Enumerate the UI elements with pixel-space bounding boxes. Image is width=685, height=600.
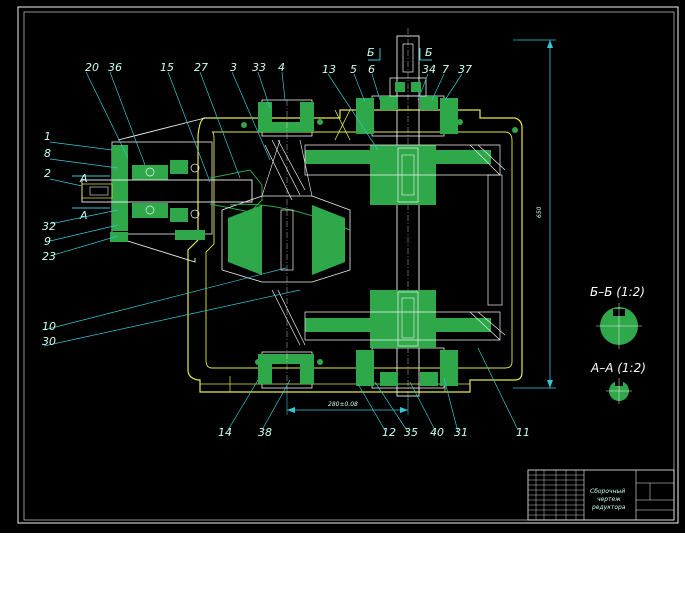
section-view-bb: Б–Б (1:2) xyxy=(590,285,645,349)
part-number-8: 8 xyxy=(44,147,51,160)
part-number-31: 31 xyxy=(454,426,468,439)
part-number-2: 2 xyxy=(44,167,51,180)
title-line-3: редуктора xyxy=(591,504,626,511)
part-number-36: 36 xyxy=(108,61,122,74)
part-number-7: 7 xyxy=(442,63,449,76)
intermediate-shaft-assembly xyxy=(221,99,351,392)
part-number-4: 4 xyxy=(278,61,285,74)
part-number-23: 23 xyxy=(42,250,56,263)
part-number-20: 20 xyxy=(85,61,99,74)
part-number-32: 32 xyxy=(42,220,56,233)
section-title-aa: А–А (1:2) xyxy=(590,361,646,375)
section-title-bb: Б–Б (1:2) xyxy=(590,285,645,299)
part-number-40: 40 xyxy=(430,426,444,439)
part-number-5: 5 xyxy=(350,63,357,76)
section-mark-b-left: Б xyxy=(367,46,375,59)
part-number-11: 11 xyxy=(516,426,530,439)
title-block: Сборочный чертеж редуктора xyxy=(527,469,675,521)
outer-frame xyxy=(17,6,679,524)
assembly-drawing: 650 280±0.08 А А Б Б 20 36 15 27 3 33 4 … xyxy=(17,6,679,524)
part-number-3: 3 xyxy=(230,61,237,74)
part-number-10: 10 xyxy=(42,320,56,333)
part-number-14: 14 xyxy=(218,426,232,439)
center-distance-dimension: 280±0.08 xyxy=(328,401,358,408)
part-number-37: 37 xyxy=(458,63,472,76)
drawing-sheet: 650 280±0.08 А А Б Б 20 36 15 27 3 33 4 … xyxy=(0,0,685,533)
section-mark-b-right: Б xyxy=(425,46,433,59)
part-number-12: 12 xyxy=(382,426,396,439)
title-line-1: Сборочный xyxy=(590,488,625,495)
part-number-34: 34 xyxy=(422,63,436,76)
part-number-13: 13 xyxy=(322,63,336,76)
height-dimension: 650 xyxy=(536,206,543,218)
part-number-35: 35 xyxy=(404,426,418,439)
title-line-2: чертеж xyxy=(597,496,621,503)
part-number-33: 33 xyxy=(252,61,266,74)
inner-frame xyxy=(23,11,675,521)
part-number-27: 27 xyxy=(194,61,208,74)
section-mark-a-top: А xyxy=(79,172,88,185)
part-number-30: 30 xyxy=(42,335,56,348)
section-mark-a-bottom: А xyxy=(79,209,88,222)
part-number-15: 15 xyxy=(160,61,174,74)
part-number-1: 1 xyxy=(44,130,51,143)
part-number-6: 6 xyxy=(368,63,375,76)
section-view-aa: А–А (1:2) xyxy=(590,361,646,404)
part-number-38: 38 xyxy=(258,426,272,439)
output-shaft-assembly xyxy=(304,28,506,400)
part-number-9: 9 xyxy=(44,235,51,248)
